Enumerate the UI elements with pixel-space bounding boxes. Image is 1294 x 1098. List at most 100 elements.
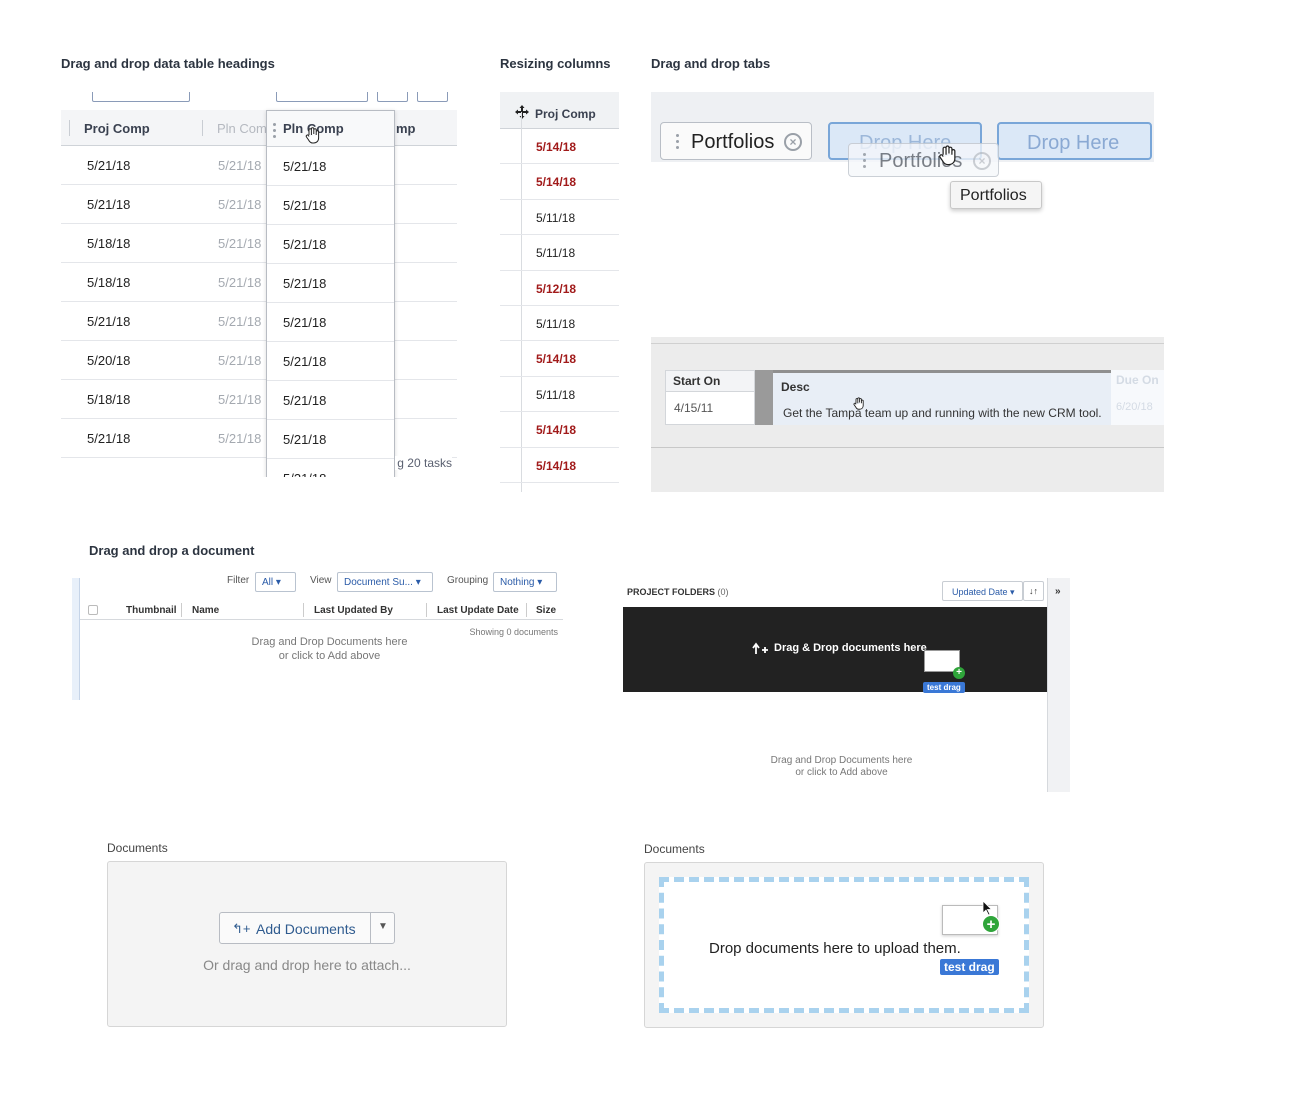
column-header-proj-comp[interactable]: Proj Comp: [84, 121, 150, 136]
drag-handle-icon[interactable]: [273, 123, 276, 141]
column-header-size[interactable]: Size: [536, 605, 556, 616]
column-separator[interactable]: [202, 120, 203, 136]
grouping-dropdown[interactable]: Nothing ▾: [493, 572, 557, 592]
column-separator[interactable]: [303, 603, 304, 617]
column-due-on[interactable]: Due On 6/20/18: [1111, 370, 1164, 425]
column-header-start-on[interactable]: Start On: [665, 370, 755, 392]
add-badge-icon: +: [982, 915, 1000, 933]
drop-zone[interactable]: Drop documents here to upload them. + te…: [659, 877, 1029, 1013]
cell-value: 5/21/18: [283, 159, 327, 174]
table-row[interactable]: 5/21/18 5/21/18: [61, 146, 457, 185]
toolbar-dropdown[interactable]: [92, 92, 190, 102]
documents-drop-box[interactable]: Drop documents here to upload them. + te…: [644, 862, 1044, 1028]
column-header-last-updated-by[interactable]: Last Updated By: [314, 605, 393, 616]
table-row[interactable]: 5/21/18 5/21/18: [61, 302, 457, 341]
sort-dropdown[interactable]: Updated Date ▾: [942, 581, 1023, 601]
column-drag-panel: Start On 4/15/11 Desc Get the Tampa team…: [651, 337, 1164, 492]
project-folders-panel: PROJECT FOLDERS (0) Updated Date ▾ ↓↑ » …: [623, 578, 1070, 792]
dragged-column[interactable]: Pln Comp 5/21/18 5/21/18 5/21/18 5/21/18 5/2…: [266, 110, 395, 477]
empty-state-message[interactable]: Drag and Drop Documents here or click to…: [754, 755, 929, 779]
table-row[interactable]: 5/14/18: [500, 341, 619, 377]
cell-value: 5/21/18: [283, 315, 327, 330]
column-separator[interactable]: [181, 603, 182, 617]
toolbar-icon-button[interactable]: [377, 92, 408, 102]
add-documents-button[interactable]: ↰+ Add Documents ▼: [219, 912, 395, 944]
resize-cursor-icon[interactable]: [515, 105, 529, 119]
drag-handle-icon[interactable]: [863, 153, 866, 171]
cell-value: 5/21/18: [283, 432, 327, 447]
column-separator[interactable]: [69, 120, 70, 136]
cell-date: 5/11/18: [536, 387, 576, 402]
section-title-tabs: Drag and drop tabs: [651, 56, 771, 71]
drop-target-tab[interactable]: Drop Here: [997, 122, 1152, 160]
chevron-down-icon[interactable]: ▼: [378, 921, 388, 932]
column-separator[interactable]: [426, 603, 427, 617]
column-header[interactable]: Proj Comp: [500, 92, 619, 129]
drag-handle-icon[interactable]: [676, 134, 679, 152]
filter-dropdown[interactable]: All ▾: [255, 572, 296, 592]
cell-pln-comp: 5/21/18: [218, 353, 262, 368]
toolbar-icon-button[interactable]: [417, 92, 448, 102]
sort-direction-icon[interactable]: ↓↑: [1023, 581, 1044, 601]
expand-icon[interactable]: »: [1055, 586, 1061, 597]
empty-state-message[interactable]: Drag and Drop Documents here or click to…: [222, 635, 437, 663]
panel-title-text: PROJECT FOLDERS: [627, 587, 716, 597]
tab-tooltip: Portfolios: [950, 181, 1042, 209]
table-row[interactable]: 5/11/18: [500, 200, 619, 236]
close-icon: ×: [973, 152, 991, 170]
column-header-desc: Desc: [781, 380, 810, 394]
cell-value: 5/21/18: [283, 471, 326, 477]
dragged-column-header[interactable]: Pln Comp: [267, 111, 394, 147]
cell-date-late: 5/14/18: [536, 175, 577, 190]
grab-hand-icon: [305, 127, 320, 144]
empty-state-line: Drag and Drop Documents here: [770, 755, 913, 766]
select-all-checkbox[interactable]: [88, 605, 98, 615]
document-table-header: Thumbnail Name Last Updated By Last Upda…: [80, 600, 563, 620]
table-header: Proj Comp Pln Com mp: [61, 110, 457, 146]
cell-proj-comp: 5/21/18: [87, 197, 131, 212]
table-row[interactable]: 5/11/18: [500, 235, 619, 271]
table-row[interactable]: 5/18/18 5/21/18: [61, 263, 457, 302]
column-header-last-update-date[interactable]: Last Update Date: [437, 605, 519, 616]
column-header-thumbnail[interactable]: Thumbnail: [126, 605, 177, 616]
document-count: Showing 0 documents: [469, 627, 558, 637]
cell-date: 5/11/18: [536, 246, 576, 261]
table-row[interactable]: 5/18/18 5/21/18: [61, 224, 457, 263]
cell-proj-comp: 5/21/18: [87, 158, 131, 173]
table-row[interactable]: 5/14/18: [500, 129, 619, 165]
table-row[interactable]: 5/21/18 5/21/18: [61, 185, 457, 224]
column-header-name[interactable]: Name: [192, 605, 219, 616]
table-row[interactable]: 5/18/18 5/21/18: [61, 380, 457, 419]
toolbar-dropdown[interactable]: [276, 92, 368, 102]
table-row[interactable]: 5/14/18: [500, 164, 619, 200]
dragged-column-cell: 5/21/18: [267, 264, 394, 303]
documents-attach-box[interactable]: ↰+ Add Documents ▼ Or drag and drop here…: [107, 861, 507, 1027]
table-row[interactable]: 5/11/18: [500, 377, 619, 413]
table-row[interactable]: 5/14/18: [500, 448, 619, 483]
cell-value: 5/21/18: [283, 237, 327, 252]
cell-date-late: 5/14/18: [536, 458, 577, 473]
tab-portfolios[interactable]: Portfolios ×: [660, 122, 812, 160]
grab-hand-icon: [939, 145, 956, 166]
collapse-sidebar[interactable]: »: [1047, 578, 1070, 792]
table-row[interactable]: 5/21/18 5/21/18: [61, 419, 457, 458]
dragged-column-desc[interactable]: Desc Get the Tampa team up and running w…: [773, 370, 1111, 425]
dragged-column-cell: 5/21/18: [267, 147, 394, 186]
drop-zone-active[interactable]: Drag & Drop documents here + test drag: [623, 607, 1047, 693]
view-dropdown[interactable]: Document Su... ▾: [337, 572, 433, 592]
cell-proj-comp: 5/21/18: [87, 431, 131, 446]
close-icon[interactable]: ×: [784, 133, 802, 151]
table-row[interactable]: 5/20/18 5/21/18: [61, 341, 457, 380]
cell-date: 5/11/18: [536, 316, 576, 331]
section-title-document: Drag and drop a document: [89, 543, 255, 558]
table-row[interactable]: 5/14/18: [500, 412, 619, 448]
table-headings-panel: Proj Comp Pln Com mp 5/21/18 5/21/18 5/21/…: [61, 92, 457, 477]
divider: [651, 447, 1164, 448]
table-row[interactable]: 5/12/18: [500, 271, 619, 306]
grab-hand-icon: [853, 397, 864, 410]
table-row[interactable]: 5/11/18: [500, 306, 619, 342]
dragged-tab[interactable]: Portfolios ×: [848, 143, 999, 177]
column-separator[interactable]: [526, 603, 527, 617]
drag-drop-hint: Or drag and drop here to attach...: [203, 957, 411, 973]
column-header-fragment[interactable]: mp: [396, 121, 416, 136]
